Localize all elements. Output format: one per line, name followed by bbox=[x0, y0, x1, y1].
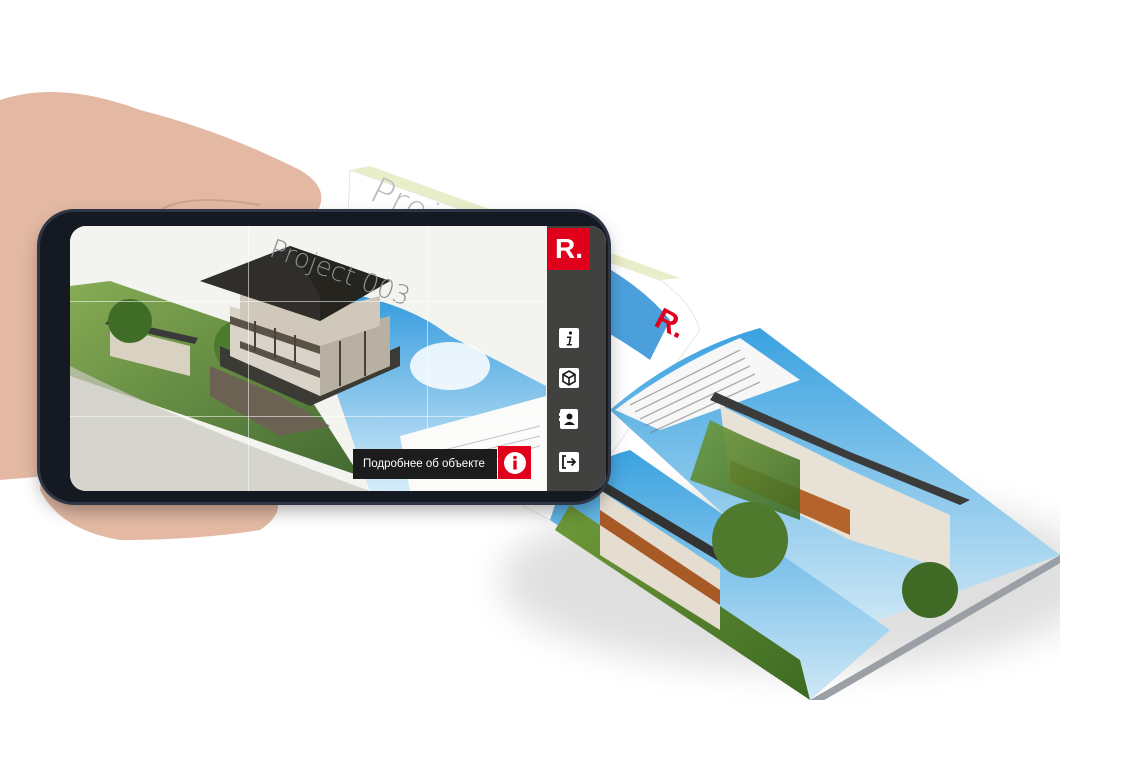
ar-camera-view: Project 003 R. Подробнее об объекте bbox=[70, 226, 606, 491]
object-details-tooltip: Подробнее об объекте bbox=[353, 449, 497, 479]
exit-icon bbox=[559, 452, 579, 472]
contacts-icon bbox=[559, 409, 578, 429]
info-circle-icon bbox=[503, 451, 526, 474]
contacts-button[interactable] bbox=[557, 407, 581, 431]
grid-line bbox=[248, 226, 249, 491]
cube-icon bbox=[559, 368, 579, 388]
grid-line bbox=[70, 416, 547, 417]
3d-model-button[interactable] bbox=[557, 366, 581, 390]
info-icon bbox=[559, 328, 579, 348]
grid-line bbox=[70, 301, 547, 302]
brand-logo[interactable]: R. bbox=[548, 228, 590, 270]
brand-logo-text: R. bbox=[555, 233, 583, 264]
tooltip-text: Подробнее об объекте bbox=[363, 458, 485, 470]
exit-button[interactable] bbox=[557, 450, 581, 474]
info-button[interactable] bbox=[557, 326, 581, 350]
object-info-button[interactable] bbox=[498, 446, 531, 479]
